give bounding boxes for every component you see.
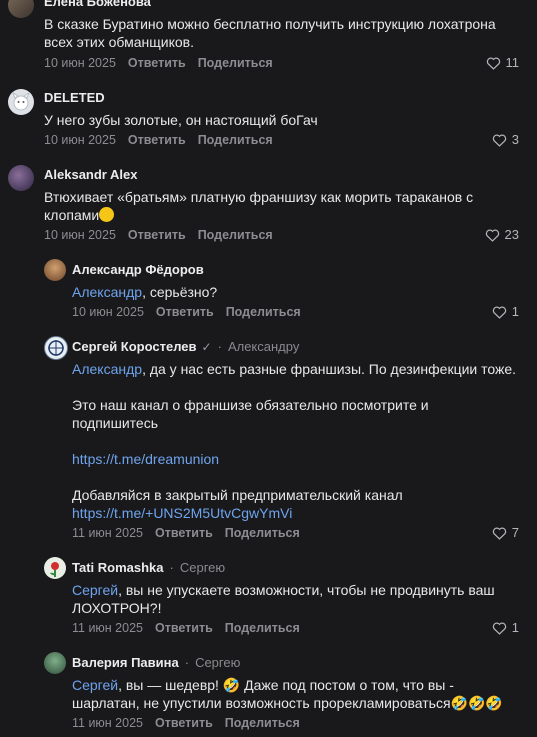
comment-text: Добавляйся в закрытый предпримательский … (72, 487, 403, 521)
comment-author[interactable]: DELETED (44, 90, 105, 105)
like-count: 7 (511, 525, 519, 540)
avatar[interactable] (44, 259, 66, 281)
verified-check-icon: ✓ (201, 339, 212, 354)
comment-text: https://t.me/dreamunion (72, 450, 532, 468)
comment-date: 10 июн 2025 (44, 56, 116, 70)
avatar[interactable] (8, 165, 34, 191)
comment-text: Это наш канал о франшизе обязательно пос… (72, 397, 429, 431)
deleted-user-icon (11, 91, 31, 111)
reply-button[interactable]: Ответить (155, 526, 213, 540)
avatar[interactable] (8, 89, 34, 115)
compass-logo-icon (48, 340, 64, 356)
mention-link[interactable]: Сергей (72, 582, 118, 598)
share-button[interactable]: Поделиться (198, 133, 273, 147)
reply-button[interactable]: Ответить (128, 228, 186, 242)
like-count: 3 (511, 132, 519, 147)
comment-meta: 10 июн 2025 Ответить Поделиться (44, 133, 285, 147)
comment-date: 11 июн 2025 (72, 526, 143, 540)
like-button[interactable]: 11 (486, 55, 520, 70)
comment-date: 10 июн 2025 (44, 133, 116, 147)
reply-to-label[interactable]: Сергею (180, 560, 225, 575)
reply-to-label[interactable]: Сергею (195, 655, 240, 670)
share-button[interactable]: Поделиться (226, 305, 301, 319)
like-button[interactable]: 1 (492, 304, 519, 319)
mention-link[interactable]: Александр (72, 361, 142, 377)
comment-text: У него зубы золотые, он настоящий боГач (44, 112, 318, 128)
heart-icon (485, 229, 499, 242)
avatar[interactable] (44, 336, 68, 360)
comment-meta: 10 июн 2025 Ответить Поделиться (44, 56, 285, 70)
comment-author[interactable]: Елена Боженова (44, 0, 151, 9)
comment-meta: 11 июн 2025 Ответить Поделиться (72, 621, 312, 635)
like-button[interactable]: 23 (485, 227, 519, 242)
comment-author[interactable]: Валерия Павина · Сергею (72, 655, 240, 670)
comment-author[interactable]: Aleksandr Alex (44, 167, 137, 182)
share-button[interactable]: Поделиться (225, 716, 300, 730)
heart-icon (486, 57, 500, 70)
like-count: 1 (511, 620, 519, 635)
heart-icon (492, 527, 506, 540)
reply-button[interactable]: Ответить (156, 305, 214, 319)
telegram-link[interactable]: https://t.me/+UNS2M5UtvCgwYmVi (72, 505, 292, 521)
share-button[interactable]: Поделиться (225, 526, 300, 540)
telegram-link[interactable]: https://t.me/dreamunion (72, 451, 219, 467)
like-count: 23 (504, 227, 519, 242)
comment-meta: 10 июн 2025 Ответить Поделиться (44, 228, 285, 242)
comment-date: 10 июн 2025 (44, 228, 116, 242)
comment-text: Сергей, вы не упускаете возможности, что… (72, 582, 495, 616)
comment-date: 11 июн 2025 (72, 621, 143, 635)
comment-meta: 10 июн 2025 Ответить Поделиться (72, 305, 313, 319)
comment-date: 10 июн 2025 (72, 305, 144, 319)
comment-author[interactable]: Tati Romashka · Сергею (72, 560, 225, 575)
reply-to-label[interactable]: Александру (228, 339, 299, 354)
flushed-emoji-icon (99, 207, 115, 222)
reply-button[interactable]: Ответить (128, 56, 186, 70)
comment-text: Втюхивает «братьям» платную франшизу как… (44, 189, 474, 223)
comment-meta: 11 июн 2025 Ответить Поделиться (72, 716, 312, 730)
flower-icon (50, 562, 59, 577)
avatar[interactable] (44, 557, 66, 579)
mention-link[interactable]: Сергей (72, 677, 118, 693)
comment-meta: 11 июн 2025 Ответить Поделиться (72, 526, 312, 540)
heart-icon (492, 622, 506, 635)
share-button[interactable]: Поделиться (198, 228, 273, 242)
like-button[interactable]: 7 (492, 525, 519, 540)
heart-icon (492, 134, 506, 147)
mention-link[interactable]: Александр (72, 284, 142, 300)
comment-text: Александр, да у нас есть разные франшизы… (72, 361, 517, 377)
like-count: 1 (511, 304, 519, 319)
comment-text: Сергей, вы — шедевр! 🤣 Даже под постом о… (72, 677, 503, 711)
comment-text: Александр, серьёзно? (72, 284, 218, 300)
comment-author[interactable]: Сергей Коростелев ✓ · Александру (72, 339, 299, 354)
like-button[interactable]: 1 (492, 620, 519, 635)
comment-text: В сказке Буратино можно бесплатно получи… (44, 16, 496, 50)
reply-button[interactable]: Ответить (155, 716, 213, 730)
comment-author[interactable]: Александр Фёдоров (72, 262, 204, 277)
reply-button[interactable]: Ответить (128, 133, 186, 147)
like-count: 11 (505, 55, 520, 70)
avatar[interactable] (44, 652, 66, 674)
share-button[interactable]: Поделиться (225, 621, 300, 635)
like-button[interactable]: 3 (492, 132, 519, 147)
heart-icon (492, 306, 506, 319)
avatar[interactable] (8, 0, 34, 18)
comment-date: 11 июн 2025 (72, 716, 143, 730)
reply-button[interactable]: Ответить (155, 621, 213, 635)
share-button[interactable]: Поделиться (198, 56, 273, 70)
